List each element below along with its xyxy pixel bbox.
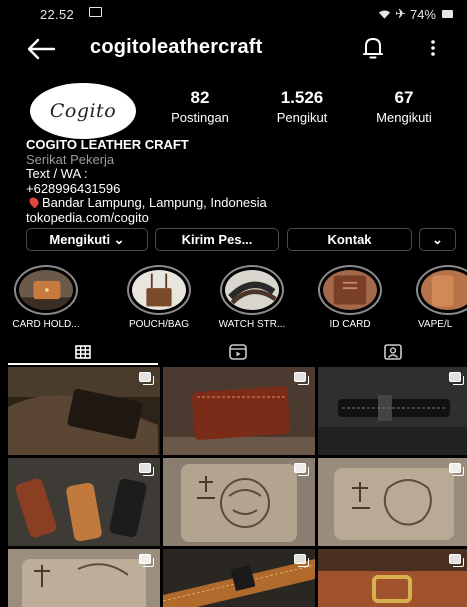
bio-location: Bandar Lampung, Lampung, Indonesia bbox=[26, 196, 456, 211]
tab-reels[interactable] bbox=[163, 338, 313, 366]
highlight-watch-strap[interactable]: WATCH STR... bbox=[210, 265, 294, 330]
suggested-accounts-button[interactable]: ⌄ bbox=[419, 228, 456, 251]
stat-following-value: 67 bbox=[394, 88, 414, 107]
highlight-label: VAPE/L bbox=[418, 319, 453, 330]
post-image bbox=[163, 549, 315, 607]
reels-icon bbox=[229, 344, 247, 360]
highlight-cover-image bbox=[19, 270, 73, 310]
post-thumbnail[interactable] bbox=[8, 367, 160, 455]
post-image bbox=[8, 458, 160, 546]
status-time: 22.52 bbox=[40, 7, 75, 22]
highlight-label: ID CARD bbox=[329, 319, 371, 330]
contact-button[interactable]: Kontak bbox=[287, 228, 412, 251]
following-button[interactable]: Mengikuti ⌄ bbox=[26, 228, 148, 251]
post-image bbox=[8, 367, 160, 455]
profile-avatar[interactable]: Cogito bbox=[30, 83, 136, 139]
stat-following[interactable]: 67 Mengikuti bbox=[362, 88, 446, 125]
highlight-ring bbox=[127, 265, 191, 315]
profile-username: cogitoleathercraft bbox=[90, 36, 263, 58]
notification-bell-icon[interactable] bbox=[361, 35, 385, 61]
stat-following-label: Mengikuti bbox=[376, 110, 432, 125]
multiple-photos-icon bbox=[449, 372, 464, 385]
highlight-label: POUCH/BAG bbox=[128, 319, 189, 330]
multiple-photos-icon bbox=[449, 463, 464, 476]
post-thumbnail[interactable] bbox=[163, 458, 315, 546]
battery-percent: 74% bbox=[409, 6, 436, 22]
multiple-photos-icon bbox=[449, 554, 464, 567]
stat-followers-value: 1.526 bbox=[280, 88, 324, 107]
multiple-photos-icon bbox=[139, 463, 154, 476]
more-options-icon[interactable] bbox=[424, 36, 442, 60]
multiple-photos-icon bbox=[294, 554, 309, 567]
highlight-cover-image bbox=[132, 270, 186, 310]
battery-icon bbox=[442, 10, 453, 18]
multiple-photos-icon bbox=[294, 372, 309, 385]
location-pin-icon bbox=[27, 196, 41, 209]
screen-cast-icon bbox=[89, 7, 102, 17]
post-thumbnail[interactable] bbox=[8, 549, 160, 607]
multiple-photos-icon bbox=[294, 463, 309, 476]
profile-header: cogitoleathercraft bbox=[0, 30, 467, 70]
post-thumbnail[interactable] bbox=[163, 549, 315, 607]
bio-location-text: Bandar Lampung, Lampung, Indonesia bbox=[42, 195, 267, 211]
highlight-vape[interactable]: VAPE/L bbox=[410, 265, 467, 330]
post-thumbnail[interactable] bbox=[318, 367, 467, 455]
stat-followers-label: Pengikut bbox=[276, 110, 328, 125]
post-thumbnail[interactable] bbox=[318, 458, 467, 546]
post-image bbox=[163, 367, 315, 455]
avatar-logo-text: Cogito bbox=[49, 100, 117, 122]
multiple-photos-icon bbox=[139, 554, 154, 567]
stat-posts-label: Postingan bbox=[171, 110, 229, 125]
highlight-cover-image bbox=[323, 270, 377, 310]
tab-tagged[interactable] bbox=[318, 338, 467, 366]
airplane-mode-icon: ✈ bbox=[395, 6, 406, 21]
highlight-ring bbox=[220, 265, 284, 315]
bio-line: Text / WA : bbox=[26, 166, 88, 182]
bio-phone: +628996431596 bbox=[26, 180, 121, 196]
highlight-cover-image bbox=[421, 270, 467, 310]
post-image bbox=[318, 549, 467, 607]
profile-tabs bbox=[0, 338, 467, 366]
status-indicators: ✈ 74% bbox=[378, 6, 453, 22]
stat-posts-value: 82 bbox=[190, 88, 210, 107]
bio-link[interactable]: tokopedia.com/cogito bbox=[26, 210, 456, 226]
highlight-label: CARD HOLD... bbox=[12, 319, 80, 330]
highlight-card-holder[interactable]: CARD HOLD... bbox=[8, 265, 84, 330]
stat-followers[interactable]: 1.526 Pengikut bbox=[264, 88, 340, 125]
back-arrow-icon[interactable] bbox=[26, 36, 56, 62]
post-thumbnail[interactable] bbox=[8, 458, 160, 546]
post-image bbox=[318, 367, 467, 455]
multiple-photos-icon bbox=[139, 372, 154, 385]
highlight-id-card[interactable]: ID CARD bbox=[316, 265, 384, 330]
highlight-ring bbox=[318, 265, 382, 315]
highlight-cover-image bbox=[225, 270, 279, 310]
highlight-label: WATCH STR... bbox=[218, 319, 286, 330]
post-image bbox=[163, 458, 315, 546]
post-thumbnail[interactable] bbox=[318, 549, 467, 607]
profile-category: Serikat Pekerja bbox=[26, 151, 115, 167]
post-thumbnail[interactable] bbox=[163, 367, 315, 455]
status-bar: 22.52 ✈ 74% bbox=[0, 0, 467, 28]
highlight-ring bbox=[416, 265, 467, 315]
post-image bbox=[8, 549, 160, 607]
profile-bio: COGITO LEATHER CRAFT Serikat Pekerja Tex… bbox=[26, 137, 456, 226]
highlight-ring bbox=[14, 265, 78, 315]
message-button[interactable]: Kirim Pes... bbox=[155, 228, 279, 251]
post-image bbox=[318, 458, 467, 546]
tab-posts-grid[interactable] bbox=[8, 338, 158, 366]
active-tab-indicator bbox=[8, 363, 158, 365]
posts-grid bbox=[8, 367, 467, 607]
grid-icon bbox=[75, 345, 91, 359]
stat-posts[interactable]: 82 Postingan bbox=[158, 88, 242, 125]
tagged-user-icon bbox=[383, 344, 402, 360]
profile-display-name: COGITO LEATHER CRAFT bbox=[26, 137, 189, 152]
highlight-pouch-bag[interactable]: POUCH/BAG bbox=[118, 265, 200, 330]
wifi-icon bbox=[378, 10, 391, 19]
